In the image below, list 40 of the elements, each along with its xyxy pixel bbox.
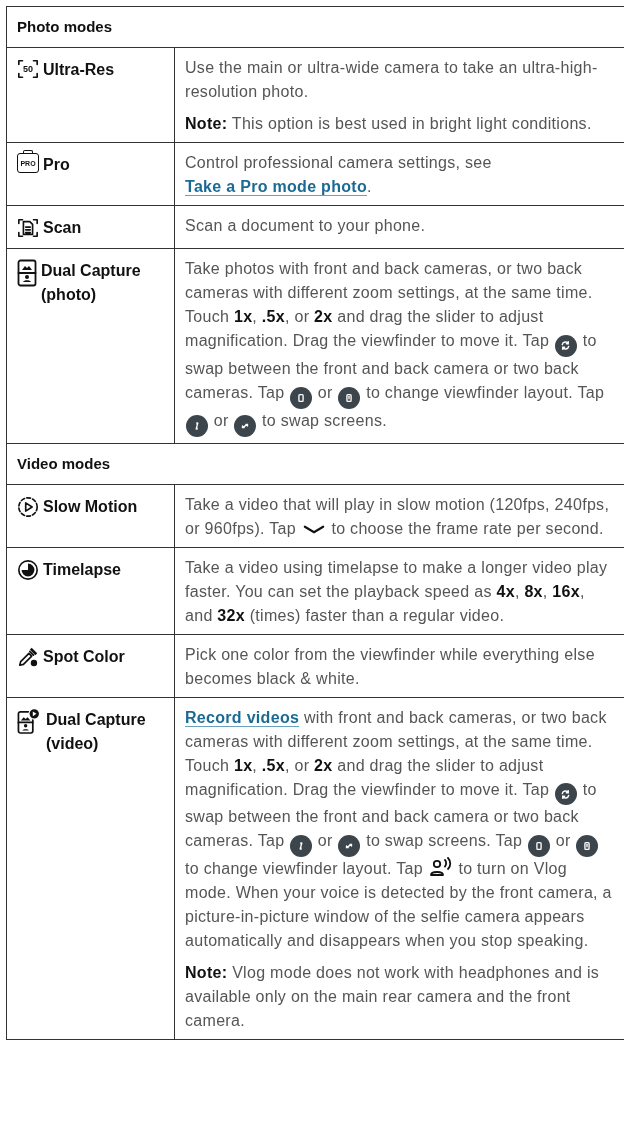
description-text: Pick one color from the viewfinder while everything else becomes black & white. <box>185 644 596 689</box>
play-circle-icon <box>17 495 39 518</box>
chevron-down-icon <box>302 523 325 535</box>
flip-horizontal-icon <box>234 414 257 437</box>
mode-name: Pro <box>43 155 70 175</box>
split-view-icon <box>576 835 599 857</box>
flip-vertical-icon <box>186 414 208 437</box>
mode-name: Ultra-Res <box>43 60 115 80</box>
description-text: Scan a document to your phone. <box>185 216 427 236</box>
mode-name: Scan <box>43 218 82 238</box>
description-text: Record videos with front and back cameras, or two back cameras with different zoom settings, at the same time. Touch 1x, .5x, or 2x and drag the slider to adjust magnification. Drag the viewfinder to move it. Tap to swap between the front and back camera or two back cameras. Tap or to swap screens. Tap or to change viewfinder layout. Tap to turn on Vlog mode. When your voice is detected by the front camera, a picture-in-picture window of the selfie camera appears automatically and disappears when you stop speaking. <box>185 707 613 951</box>
eyedropper-icon <box>17 645 39 668</box>
description-text: Control professional camera settings, see Take a Pro mode photo. <box>185 153 493 197</box>
description-text: Take a video that will play in slow motion (120fps, 240fps, or 960fps). Tap to choose the frame rate per second. <box>185 494 611 539</box>
dual-video-icon <box>17 707 40 735</box>
swap-camera-icon <box>554 334 577 357</box>
flip-horizontal-icon <box>338 835 361 857</box>
single-view-icon <box>527 835 550 857</box>
link[interactable]: Take a Pro mode photo <box>185 178 368 195</box>
split-view-icon <box>338 386 361 409</box>
description-text: Take a video using timelapse to make a longer video play faster. You can set the playback speed as 4x, 8x, 16x, and 32x (times) faster than a regular video. <box>185 557 609 626</box>
document-scan-icon <box>17 217 39 239</box>
description-text: Note: This option is best used in bright light conditions. <box>185 114 593 134</box>
swap-camera-icon <box>554 783 577 805</box>
section-heading: Video modes <box>17 454 111 472</box>
description-text: Note: Vlog mode does not work with headphones and is available only on the main rear camera and the front camera. <box>185 963 601 1031</box>
mode-name: Dual Capture (photo) <box>41 261 142 305</box>
mode-name: Slow Motion <box>43 496 138 517</box>
mode-name: Spot Color <box>43 646 125 667</box>
mode-name: Dual Capture (video) <box>46 709 147 754</box>
link[interactable]: Record videos <box>185 708 300 726</box>
single-view-icon <box>290 386 313 409</box>
timer-icon <box>17 558 39 581</box>
description-text: Use the main or ultra-wide camera to take an ultra-high-resolution photo. <box>185 58 599 102</box>
person-voice-icon <box>428 857 453 877</box>
dual-camera-icon <box>17 259 37 287</box>
description-text: Take photos with front and back cameras, or two back cameras with different zoom settings, at the same time. Touch 1x, .5x, or 2x and drag the slider to adjust magnification. Drag the viewfinder to move it. Tap to swap between the front and back camera or two back cameras. Tap or to change viewfinder layout. Tap or to swap screens. <box>185 257 615 437</box>
mode-name: Timelapse <box>43 559 121 580</box>
section-heading: Photo modes <box>17 18 112 35</box>
flip-vertical-icon <box>290 835 313 857</box>
